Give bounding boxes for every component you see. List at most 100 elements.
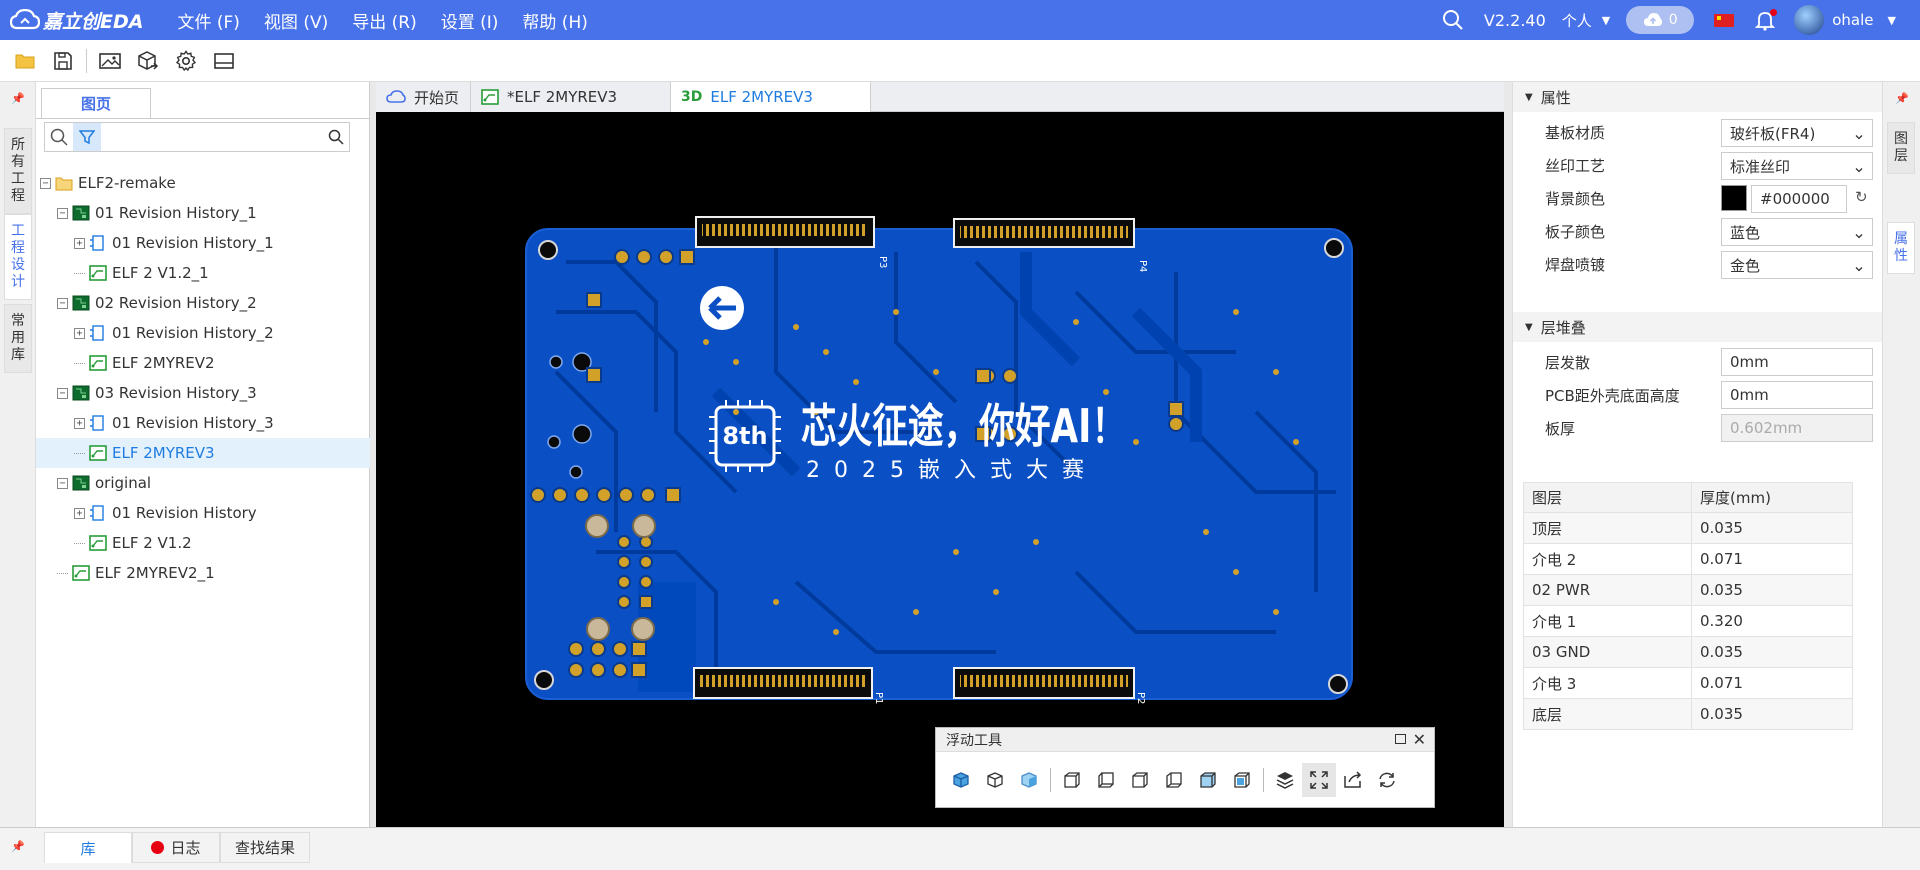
avatar[interactable] (1794, 5, 1825, 35)
collapse-icon[interactable]: − (40, 177, 51, 189)
tab-pcb-editor[interactable]: *ELF 2MYREV3 (471, 82, 671, 112)
stackup-input[interactable]: 0mm (1721, 381, 1873, 409)
tree-item[interactable]: +01 Revision History_3 (36, 408, 370, 438)
cloud-sync-button[interactable]: 0 (1626, 6, 1695, 34)
pin-icon[interactable]: 📌 (0, 92, 36, 105)
export-3d-button[interactable] (129, 45, 167, 77)
property-select[interactable]: 玻纤板(FR4) (1721, 119, 1873, 147)
table-row[interactable]: 介电 1 0.320 (1523, 605, 1853, 637)
view-back-button[interactable] (1089, 763, 1123, 797)
tree-item[interactable]: ELF 2 V1.2_1 (36, 258, 370, 288)
pin-icon[interactable]: 📌 (0, 840, 36, 853)
search-icon[interactable] (45, 128, 73, 146)
mode-dropdown[interactable]: 个人 ▼ (1562, 10, 1610, 31)
tree-item[interactable]: ELF 2MYREV2_1 (36, 558, 370, 588)
stackup-input[interactable]: 0mm (1721, 348, 1873, 376)
tree-item[interactable]: +01 Revision History_2 (36, 318, 370, 348)
3d-viewport[interactable]: P3 P4 P1 P2 8th 芯火征途，你好AI！ 2025嵌入式大赛 (376, 112, 1504, 827)
view-iso-outline-button[interactable] (978, 763, 1012, 797)
layer-name-cell: 底层 (1523, 698, 1692, 730)
table-row[interactable]: 底层 0.035 (1523, 698, 1853, 730)
collapse-icon[interactable]: − (57, 207, 68, 219)
expand-icon[interactable]: + (74, 327, 85, 339)
view-right-button[interactable] (1157, 763, 1191, 797)
tree-item[interactable]: ELF 2 V1.2 (36, 528, 370, 558)
view-bottom-button[interactable] (1225, 763, 1259, 797)
tree-item[interactable]: − ELF2-remake (36, 168, 370, 198)
layers-button[interactable] (1268, 763, 1302, 797)
close-icon[interactable]: ✕ (1413, 730, 1426, 749)
open-folder-button[interactable] (6, 45, 44, 77)
maximize-icon[interactable] (1395, 734, 1406, 744)
save-button[interactable] (44, 45, 82, 77)
settings-button[interactable] (167, 45, 205, 77)
rotate-view-button[interactable] (1370, 763, 1404, 797)
username-label[interactable]: ohale (1832, 11, 1873, 29)
pcb-3d-render[interactable]: P3 P4 P1 P2 8th 芯火征途，你好AI！ 2025嵌入式大赛 (376, 112, 1504, 827)
search-icon[interactable] (1442, 9, 1464, 31)
tree-item[interactable]: ELF 2MYREV3 (36, 438, 370, 468)
properties-section-header[interactable]: ▼ 属性 (1513, 82, 1882, 112)
property-select[interactable]: 标准丝印 (1721, 152, 1873, 180)
tab-layers[interactable]: 图层 (1887, 122, 1915, 174)
view-top-button[interactable] (1191, 763, 1225, 797)
collapse-icon[interactable]: − (57, 387, 68, 399)
tab-start-page[interactable]: 开始页 (376, 82, 471, 112)
tab-log[interactable]: 日志 (132, 832, 220, 863)
fit-view-button[interactable] (1302, 763, 1336, 797)
color-swatch[interactable] (1721, 185, 1747, 211)
tree-item[interactable]: ELF 2MYREV2 (36, 348, 370, 378)
bell-icon[interactable] (1754, 9, 1778, 31)
background-color-input[interactable]: #000000 (1751, 185, 1847, 213)
tree-item[interactable]: − 03 Revision History_3 (36, 378, 370, 408)
language-flag-icon[interactable] (1714, 13, 1735, 27)
tab-library[interactable]: 库 (44, 832, 132, 863)
menu-export[interactable]: 导出 (R) (352, 8, 416, 33)
tab-sheets[interactable]: 图页 (41, 88, 151, 118)
view-left-button[interactable] (1123, 763, 1157, 797)
table-row[interactable]: 顶层 0.035 (1523, 512, 1853, 544)
chevron-down-icon[interactable]: ▼ (1888, 14, 1896, 27)
property-select[interactable]: 蓝色 (1721, 218, 1873, 246)
tree-item[interactable]: − original (36, 468, 370, 498)
filter-button[interactable] (73, 123, 101, 151)
tab-all-projects[interactable]: 所有工程 (4, 128, 32, 214)
collapse-icon[interactable]: − (57, 297, 68, 309)
tab-search-results[interactable]: 查找结果 (220, 832, 310, 863)
reset-icon[interactable]: ↻ (1855, 188, 1868, 206)
expand-icon[interactable]: + (74, 417, 85, 429)
property-label: 丝印工艺 (1545, 157, 1606, 175)
menu-settings[interactable]: 设置 (I) (441, 8, 499, 33)
floating-tools-header[interactable]: 浮动工具 ✕ (936, 728, 1434, 752)
view-iso-solid-button[interactable] (944, 763, 978, 797)
tree-search-input[interactable] (101, 124, 323, 150)
table-row[interactable]: 02 PWR 0.035 (1523, 574, 1853, 606)
view-iso-shaded-button[interactable] (1012, 763, 1046, 797)
expand-icon[interactable]: + (74, 507, 85, 519)
pin-icon[interactable]: 📌 (1883, 92, 1920, 105)
tree-item[interactable]: +01 Revision History (36, 498, 370, 528)
stackup-section-header[interactable]: ▼ 层堆叠 (1513, 312, 1882, 342)
menu-view[interactable]: 视图 (V) (264, 8, 328, 33)
tab-common-library[interactable]: 常用库 (4, 304, 32, 373)
tab-properties[interactable]: 属性 (1887, 222, 1915, 274)
view-front-button[interactable] (1055, 763, 1089, 797)
panel-toggle-button[interactable] (205, 45, 243, 77)
table-row[interactable]: 介电 2 0.071 (1523, 543, 1853, 575)
menu-help[interactable]: 帮助 (H) (522, 8, 587, 33)
menu-file[interactable]: 文件 (F) (177, 8, 239, 33)
expand-icon[interactable]: + (74, 237, 85, 249)
export-view-button[interactable] (1336, 763, 1370, 797)
tree-item[interactable]: − 02 Revision History_2 (36, 288, 370, 318)
tree-item[interactable]: − 01 Revision History_1 (36, 198, 370, 228)
export-image-button[interactable] (91, 45, 129, 77)
app-logo[interactable]: 嘉立创EDA (10, 7, 143, 34)
tab-3d-view[interactable]: 3D ELF 2MYREV3 (671, 82, 871, 112)
table-row[interactable]: 介电 3 0.071 (1523, 667, 1853, 699)
tab-project-design[interactable]: 工程设计 (4, 214, 32, 300)
search-icon[interactable] (323, 129, 349, 145)
tree-item[interactable]: +01 Revision History_1 (36, 228, 370, 258)
collapse-icon[interactable]: − (57, 477, 68, 489)
property-select[interactable]: 金色 (1721, 251, 1873, 279)
table-row[interactable]: 03 GND 0.035 (1523, 636, 1853, 668)
